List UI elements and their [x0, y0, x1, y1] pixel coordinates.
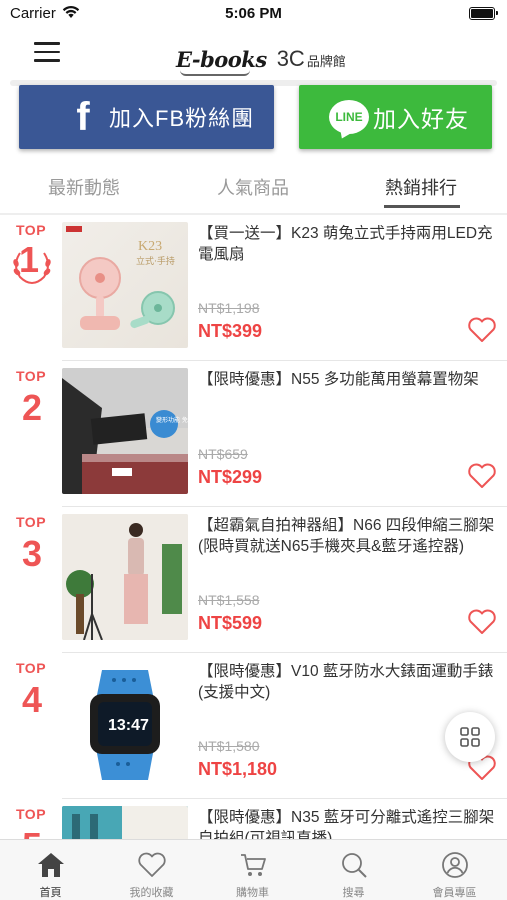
grid-icon [460, 727, 480, 747]
logo-subtitle: 品牌館 [306, 54, 346, 69]
best-seller-list[interactable]: TOP 1 K23 立式·手持 【買一送一】K23 萌兔立式手持兩用LED充電風… [0, 215, 507, 839]
product-image: 變形功能 免組裝 [62, 368, 188, 494]
thumb-brand-text: K23 [138, 239, 162, 254]
rank-number: 3 [21, 533, 43, 574]
product-title: 【限時優惠】N55 多功能萬用螢幕置物架 [198, 371, 479, 388]
product-image: 13:47 [62, 660, 188, 786]
product-row[interactable]: TOP 5 【限時優惠】N35 藍牙可分離式遙控三腳架自拍組(可視訊直播) [0, 799, 507, 839]
app-header: E-books 3C 品牌館 [0, 28, 507, 80]
favorite-heart-icon[interactable] [467, 317, 497, 343]
tab-popular-products[interactable]: 人氣商品 [217, 174, 289, 200]
favorite-heart-icon[interactable] [467, 609, 497, 635]
tab-best-sellers[interactable]: 熱銷排行 [385, 174, 457, 200]
product-title: 【超霸氣自拍神器組】N66 四段伸縮三腳架(限時買就送N65手機夾具&藍牙遙控器… [198, 517, 495, 555]
nav-favorites-label: 我的收藏 [129, 887, 174, 899]
rank-number: 5 [17, 825, 47, 839]
logo-ebooks-text: E-books [176, 47, 267, 76]
battery-icon [469, 7, 498, 20]
rank-number: 1 [18, 239, 40, 280]
product-image [62, 514, 188, 640]
watch-time-text: 13:47 [108, 717, 149, 734]
rank-top-label: TOP [16, 806, 47, 822]
join-facebook-label: 加入FB粉絲團 [109, 106, 255, 131]
selfie-tripod-illustration [62, 806, 188, 839]
add-line-friend-button[interactable]: LINE 加入好友 [299, 85, 492, 149]
product-title: 【限時優惠】N35 藍牙可分離式遙控三腳架自拍組(可視訊直播) [198, 809, 495, 839]
product-title: 【買一送一】K23 萌兔立式手持兩用LED充電風扇 [198, 225, 493, 263]
status-bar: Carrier 5:06 PM [0, 0, 507, 28]
search-icon [342, 853, 367, 878]
sale-price: NT$299 [198, 467, 263, 487]
monitor-shelf-illustration: 變形功能 免組裝 [62, 368, 188, 494]
clock: 5:06 PM [225, 5, 282, 22]
product-row[interactable]: TOP 4 13:47 【限時優惠】V10 藍牙防水大錶面運動手錶(支援中文) … [0, 653, 507, 799]
join-facebook-button[interactable]: f 加入FB粉絲團 [19, 85, 274, 149]
product-title: 【限時優惠】V10 藍牙防水大錶面運動手錶(支援中文) [198, 663, 494, 701]
rank-top-label: TOP [16, 514, 47, 530]
product-row[interactable]: TOP 1 K23 立式·手持 【買一送一】K23 萌兔立式手持兩用LED充電風… [0, 215, 507, 361]
favorite-heart-icon[interactable] [467, 463, 497, 489]
rank-top-label: TOP [16, 660, 47, 676]
rank-top-label: TOP [16, 222, 47, 238]
nav-member-label: 會員專區 [432, 887, 477, 899]
line-icon: LINE [329, 100, 369, 134]
add-line-friend-label: 加入好友 [373, 106, 469, 132]
sale-price: NT$399 [198, 321, 263, 341]
sale-price: NT$599 [198, 613, 263, 633]
thumb-sub-text: 立式·手持 [136, 255, 175, 267]
smartwatch-illustration: 13:47 [90, 670, 160, 780]
rank-number: 2 [21, 387, 43, 428]
rank-number: 4 [21, 679, 43, 720]
original-price: NT$1,198 [198, 300, 260, 316]
tripod-product-illustration [62, 514, 188, 640]
original-price: NT$1,558 [198, 592, 260, 608]
brand-logo[interactable]: E-books 3C 品牌館 [176, 40, 346, 76]
user-icon [442, 852, 468, 878]
nav-home[interactable]: 首頁 [0, 840, 101, 900]
sale-price: NT$1,180 [198, 759, 278, 779]
thumb-badge-text: 變形功能 免組裝 [156, 416, 188, 424]
product-image: K23 立式·手持 [62, 222, 188, 348]
product-row[interactable]: TOP 2 變形功能 免組裝 【限時優惠】N55 多功能萬用螢幕置物架 NT$6… [0, 361, 507, 507]
home-icon [38, 853, 64, 877]
cart-icon [241, 854, 266, 876]
nav-cart-label: 購物車 [236, 887, 269, 899]
original-price: NT$659 [198, 446, 248, 462]
active-tab-indicator [384, 205, 460, 208]
nav-search-label: 搜尋 [342, 887, 365, 899]
rank-top-label: TOP [16, 368, 47, 384]
nav-member[interactable]: 會員專區 [404, 840, 505, 900]
nav-home-label: 首頁 [39, 887, 62, 899]
product-image [62, 806, 188, 839]
facebook-icon: f [76, 95, 90, 139]
original-price: NT$1,580 [198, 738, 260, 754]
tab-latest-news[interactable]: 最新動態 [48, 174, 120, 200]
fan-product-illustration: K23 立式·手持 [66, 226, 175, 330]
nav-favorites[interactable]: 我的收藏 [101, 840, 202, 900]
nav-cart[interactable]: 購物車 [202, 840, 303, 900]
nav-search[interactable]: 搜尋 [303, 840, 404, 900]
bottom-tab-bar: 首頁 我的收藏 購物車 搜尋 會員專區 [0, 839, 507, 900]
hamburger-menu-icon[interactable] [34, 42, 60, 64]
logo-3c-text: 3C [276, 46, 305, 71]
heart-icon [138, 852, 166, 877]
product-row[interactable]: TOP 3 【超霸氣自拍神器組】N66 四段伸縮三腳架(限時買就送N65手機夾具… [0, 507, 507, 653]
grid-view-button[interactable] [445, 712, 495, 762]
